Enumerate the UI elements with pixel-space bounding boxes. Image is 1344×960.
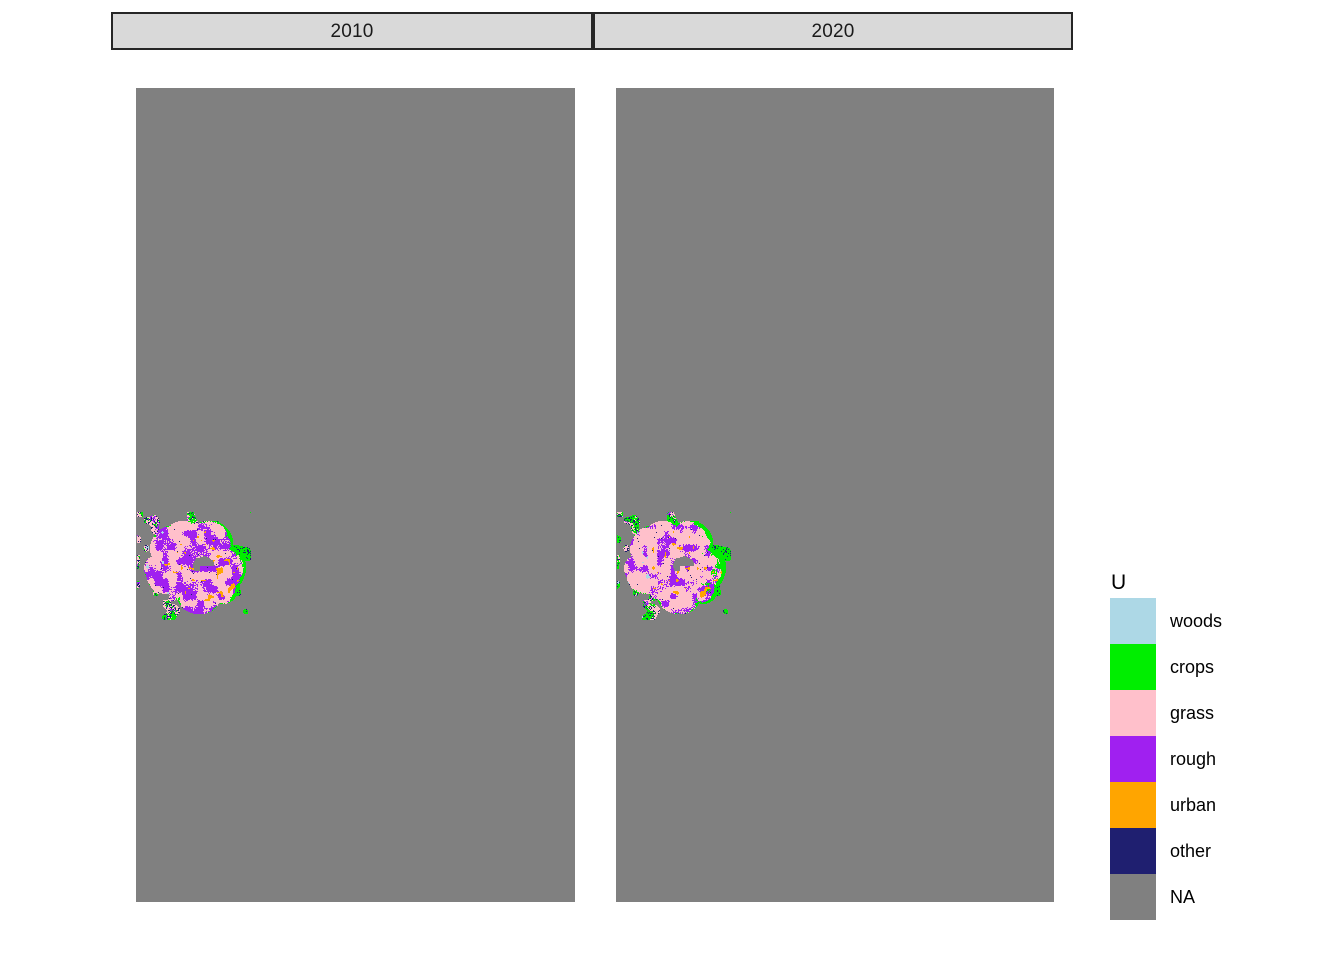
legend-label: grass — [1170, 703, 1215, 723]
legend-label: NA — [1170, 887, 1196, 907]
facet-strip-2020: 2020 — [593, 12, 1073, 50]
legend-item-rough: rough — [1110, 736, 1310, 782]
legend-item-woods: woods — [1110, 598, 1310, 644]
legend-swatch-other — [1110, 828, 1156, 874]
legend-title: U — [1111, 571, 1127, 594]
figure-canvas: 2010 2020 U woods crops grass rough urban oth… — [0, 0, 1344, 960]
legend-item-grass: grass — [1110, 690, 1310, 736]
map-panel-2010 — [136, 88, 575, 902]
legend-swatch-woods — [1110, 598, 1156, 644]
legend-label: crops — [1170, 657, 1215, 677]
legend-swatch-crops — [1110, 644, 1156, 690]
legend-label: urban — [1170, 795, 1217, 815]
legend-label: rough — [1170, 749, 1217, 769]
legend-label: woods — [1170, 611, 1223, 631]
legend-item-na: NA — [1110, 874, 1310, 920]
legend-swatch-grass — [1110, 690, 1156, 736]
legend-item-other: other — [1110, 828, 1310, 874]
legend-item-urban: urban — [1110, 782, 1310, 828]
legend-item-crops: crops — [1110, 644, 1310, 690]
legend-items: woods crops grass rough urban other NA — [1110, 598, 1310, 920]
legend-swatch-rough — [1110, 736, 1156, 782]
facet-strip-2010: 2010 — [111, 12, 593, 50]
land-cover-raster-2010 — [137, 512, 251, 620]
facet-strip-label: 2010 — [330, 20, 374, 42]
legend: U woods crops grass rough urban other NA — [1110, 572, 1310, 920]
map-panel-2020 — [616, 88, 1054, 902]
legend-label: other — [1170, 841, 1212, 861]
legend-swatch-urban — [1110, 782, 1156, 828]
facet-strip-label: 2020 — [811, 20, 855, 42]
land-cover-raster-2020 — [617, 512, 731, 620]
legend-swatch-na — [1110, 874, 1156, 920]
